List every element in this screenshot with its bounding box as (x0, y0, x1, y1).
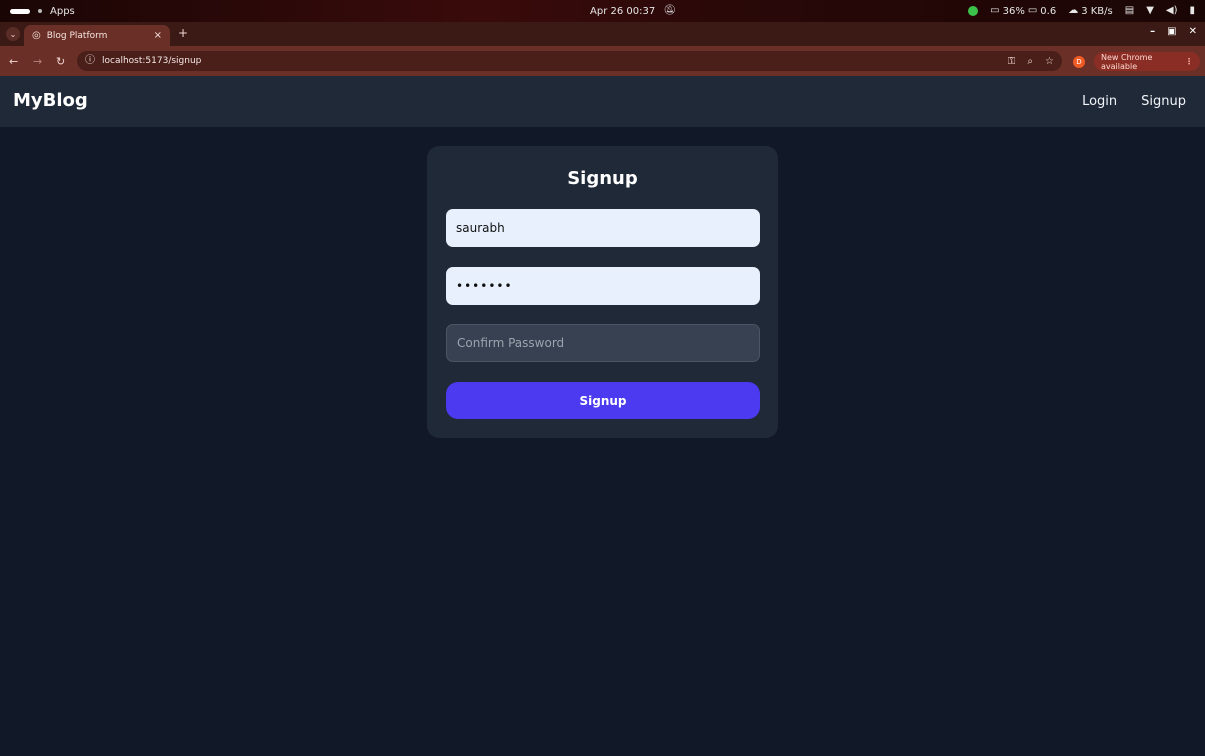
nav-signup-link[interactable]: Signup (1141, 94, 1186, 109)
network-speed: ☁ 3 KB/s (1068, 6, 1113, 17)
os-clock[interactable]: Apr 26 00:37 🔕︎ (590, 0, 676, 22)
zoom-icon[interactable]: ⌕ (1027, 56, 1033, 67)
signup-submit-button[interactable]: Signup (446, 382, 760, 419)
clipboard-icon[interactable]: ▤ (1125, 6, 1134, 16)
nav-links: Login Signup (1082, 94, 1186, 109)
signup-title: Signup (567, 168, 638, 189)
signup-card: Signup Signup (427, 146, 778, 438)
workspace-indicator-icon[interactable] (10, 8, 30, 14)
tab-blog-platform[interactable]: ◎ Blog Platform × (24, 25, 170, 46)
chrome-update-button[interactable]: New Chrome available ⋮ (1094, 52, 1200, 71)
profile-avatar[interactable]: D (1073, 56, 1085, 68)
os-left-group: Apps (10, 0, 75, 22)
os-status-area[interactable]: ▭ 36% ▭ 0.6 ☁ 3 KB/s ▤ ▼ ◀) ▮ (968, 0, 1195, 22)
app-indicator-icon[interactable] (968, 6, 979, 16)
brand-logo[interactable]: MyBlog (13, 90, 88, 111)
omnibox-actions: ⚿ ⌕ ☆ (1008, 56, 1054, 67)
url-text[interactable]: localhost:5173/signup (102, 56, 201, 66)
cloud-upload-icon: ☁ (1068, 5, 1079, 16)
tab-search-button[interactable]: ⌄ (6, 27, 20, 41)
tab-title: Blog Platform (46, 30, 108, 41)
volume-icon[interactable]: ◀) (1166, 6, 1178, 16)
nav-login-link[interactable]: Login (1082, 94, 1117, 109)
site-info-icon[interactable]: ⓘ (85, 56, 95, 66)
datetime-label: Apr 26 00:37 (590, 5, 656, 17)
window-controls: – ▣ ✕ (1150, 26, 1197, 37)
reload-icon[interactable]: ↻ (56, 55, 65, 68)
monitor-icon: ▭ (1027, 5, 1038, 16)
bookmark-star-icon[interactable]: ☆ (1045, 56, 1054, 67)
username-input[interactable] (446, 209, 760, 247)
globe-icon: ◎ (32, 29, 41, 41)
close-tab-icon[interactable]: × (154, 30, 162, 41)
update-label: New Chrome available (1101, 52, 1153, 71)
confirm-password-input[interactable] (446, 324, 760, 362)
address-bar[interactable]: ⓘ localhost:5173/signup ⚿ ⌕ ☆ (77, 51, 1062, 71)
minimize-icon[interactable]: – (1150, 26, 1155, 37)
password-input[interactable] (446, 267, 760, 305)
close-window-icon[interactable]: ✕ (1189, 26, 1197, 37)
os-top-bar: Apps Apr 26 00:37 🔕︎ ▭ 36% ▭ 0.6 ☁ 3 KB/… (0, 0, 1205, 22)
forward-icon[interactable]: → (33, 55, 42, 68)
battery-percent: 36% (1002, 5, 1025, 17)
battery-status: ▭ 36% ▭ 0.6 (990, 6, 1056, 17)
password-key-icon[interactable]: ⚿ (1008, 56, 1016, 67)
notifications-muted-icon: 🔕︎ (663, 5, 676, 16)
app-navbar: MyBlog Login Signup (0, 76, 1205, 127)
cpu-load: 0.6 (1040, 5, 1057, 17)
menu-kebab-icon[interactable]: ⋮ (1185, 57, 1193, 66)
new-tab-button[interactable]: + (178, 26, 188, 40)
back-icon[interactable]: ← (9, 55, 18, 68)
browser-toolbar: ← → ↻ ⓘ localhost:5173/signup ⚿ ⌕ ☆ D Ne… (0, 46, 1205, 76)
wifi-icon[interactable]: ▼ (1146, 6, 1154, 16)
apps-button[interactable]: Apps (50, 6, 75, 17)
workspace-dot-icon[interactable] (38, 9, 42, 13)
restore-icon[interactable]: ▣ (1167, 26, 1176, 37)
network-speed-value: 3 KB/s (1081, 5, 1113, 17)
battery-tray-icon[interactable]: ▮ (1189, 6, 1195, 16)
browser-tab-strip: ⌄ ◎ Blog Platform × + – ▣ ✕ (0, 22, 1205, 46)
battery-icon: ▭ (990, 5, 1000, 16)
